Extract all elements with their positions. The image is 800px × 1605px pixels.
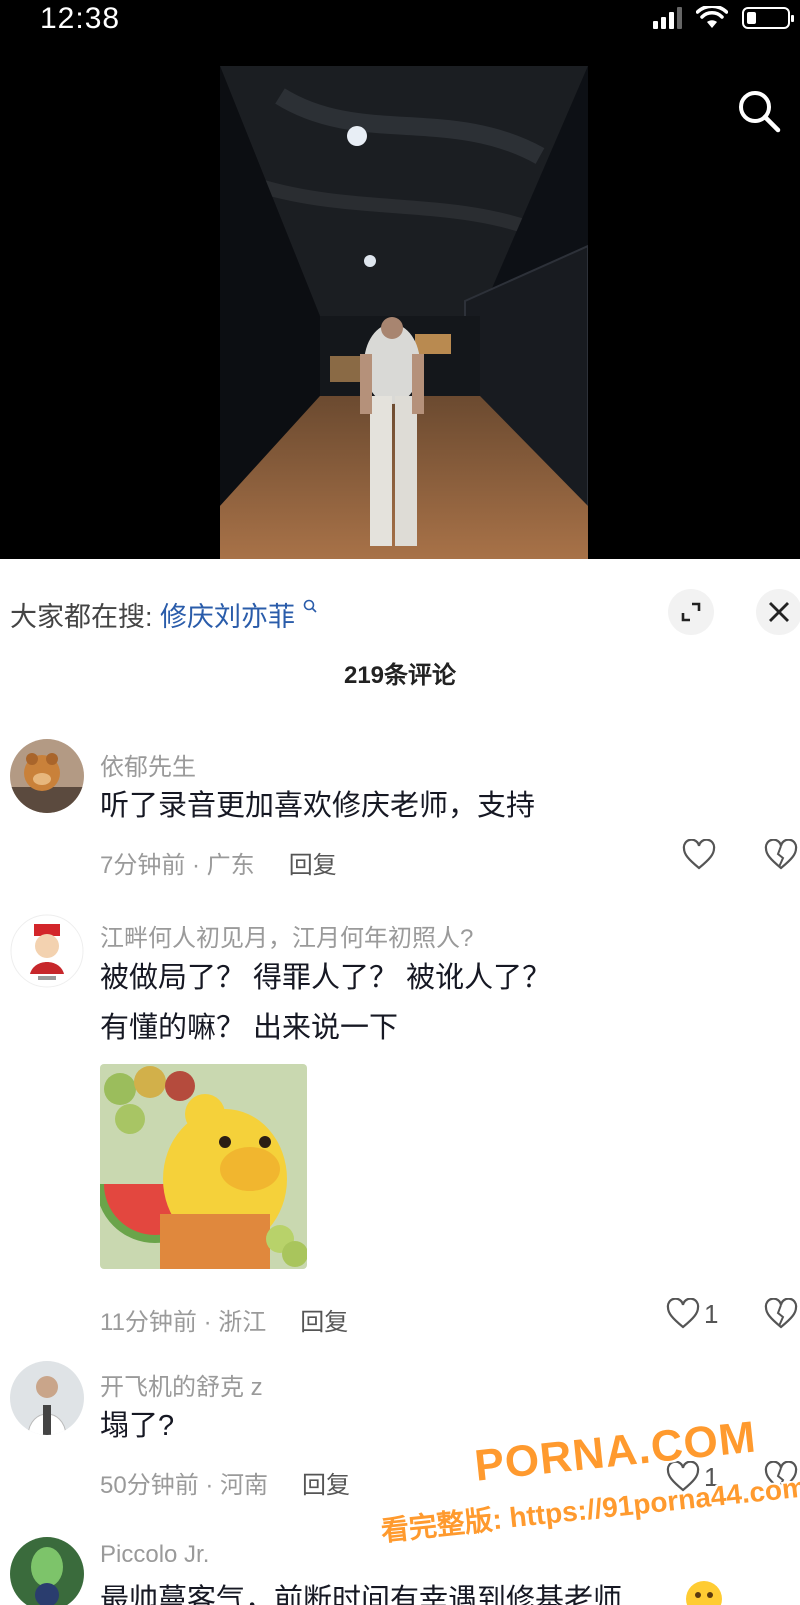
like-button[interactable] — [682, 839, 720, 871]
battery-icon — [742, 7, 794, 29]
avatar[interactable] — [10, 739, 84, 813]
hot-search-bar[interactable]: 大家都在搜: 修庆刘亦菲 — [10, 595, 317, 634]
comment-count: 219条评论 — [343, 662, 457, 689]
broken-heart-icon[interactable] — [764, 839, 798, 871]
comment-text: 听了录音更加喜欢修庆老师，支持 — [100, 790, 536, 822]
emoji-icon — [686, 1581, 722, 1605]
expand-icon — [681, 602, 701, 622]
comment-time-location: 11分钟前 · 浙江 — [100, 1309, 267, 1336]
like-count: 1 — [704, 1461, 719, 1492]
comment-text: 最帅蔓客气，前断时间有幸遇到修基老师 — [100, 1584, 623, 1605]
search-icon — [303, 599, 317, 613]
comment-username[interactable]: 江畔何人初见月，江月何年初照人? — [100, 918, 473, 953]
wifi-icon — [696, 6, 728, 28]
video-area: 12:38 — [0, 0, 800, 559]
comment-meta: 7分钟前 · 广东 回复 — [100, 845, 337, 880]
video-frame[interactable] — [220, 66, 588, 559]
comment-sheet: 大家都在搜: 修庆刘亦菲 219条评论 依郁先生 听了录音更加喜欢修庆老师，支持… — [0, 559, 800, 1605]
close-button[interactable] — [756, 589, 800, 635]
cellular-signal-icon — [653, 7, 682, 29]
broken-heart-icon[interactable] — [764, 1298, 798, 1330]
comment-sticker-image[interactable] — [100, 1064, 307, 1269]
like-count: 1 — [704, 1298, 719, 1329]
avatar[interactable] — [10, 914, 84, 988]
comment-time-location: 7分钟前 · 广东 — [100, 852, 255, 879]
close-icon — [769, 602, 789, 622]
comment-text: 塌了? — [100, 1410, 175, 1442]
status-icons — [653, 6, 794, 30]
comment-text: 有懂的嘛？ 出来说一下 — [100, 1012, 399, 1044]
like-button[interactable]: 1 — [666, 1461, 718, 1493]
broken-heart-icon[interactable] — [764, 1461, 798, 1493]
search-icon[interactable] — [734, 86, 782, 134]
heart-icon — [682, 839, 716, 870]
video-scene-image — [220, 66, 588, 559]
like-button[interactable]: 1 — [666, 1298, 718, 1330]
heart-icon — [666, 1461, 700, 1492]
avatar[interactable] — [10, 1537, 84, 1605]
reply-button[interactable]: 回复 — [289, 852, 337, 879]
comment-username[interactable]: 开飞机的舒克 z — [100, 1367, 263, 1402]
comment-meta: 50分钟前 · 河南 回复 — [100, 1465, 350, 1500]
comment-username[interactable]: Piccolo Jr. — [100, 1541, 209, 1569]
reply-button[interactable]: 回复 — [302, 1472, 350, 1499]
hot-search-prefix: 大家都在搜: — [10, 602, 153, 632]
comment-text: 被做局了？ 得罪人了？ 被讹人了？ — [100, 962, 552, 994]
comment-time-location: 50分钟前 · 河南 — [100, 1472, 269, 1499]
status-time: 12:38 — [40, 2, 121, 35]
comment-username[interactable]: 依郁先生 — [100, 747, 196, 782]
expand-button[interactable] — [668, 589, 714, 635]
comment-meta: 11分钟前 · 浙江 回复 — [100, 1302, 348, 1337]
hot-search-keyword[interactable]: 修庆刘亦菲 — [160, 602, 295, 632]
reply-button[interactable]: 回复 — [300, 1309, 348, 1336]
heart-icon — [666, 1298, 700, 1329]
avatar[interactable] — [10, 1361, 84, 1435]
